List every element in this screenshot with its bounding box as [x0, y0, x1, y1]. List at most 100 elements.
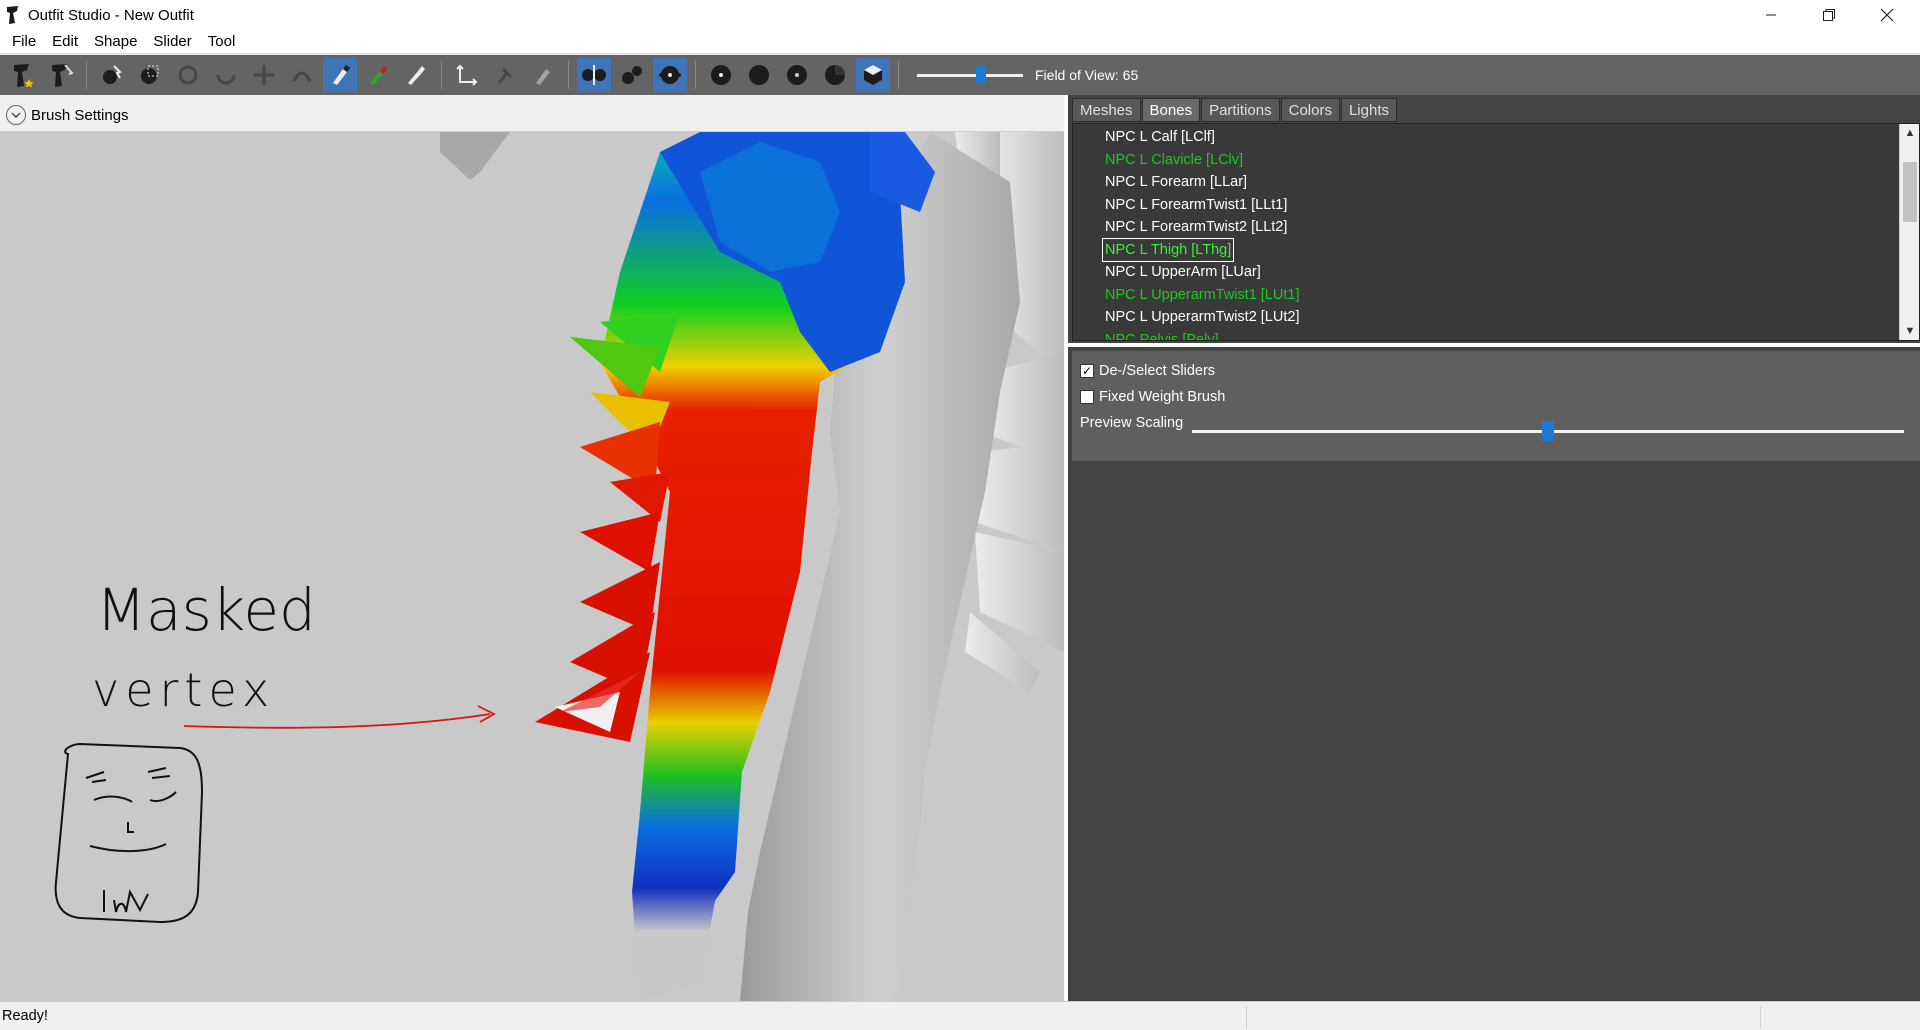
bone-list[interactable]: NPC L Calf [LClf] NPC L Clavicle [LClv] …	[1072, 123, 1920, 341]
inflate-icon	[178, 65, 198, 85]
bone-list-item[interactable]: NPC L UpperArm [LUar]	[1103, 261, 1263, 283]
fixed-weight-brush-option[interactable]: Fixed Weight Brush	[1080, 389, 1225, 405]
select-tool-button[interactable]	[95, 58, 129, 92]
scroll-up-icon[interactable]: ▲	[1900, 124, 1919, 142]
deselect-sliders-option[interactable]: ✓ De-/Select Sliders	[1080, 363, 1215, 379]
menu-bar: File Edit Shape Slider Tool	[0, 30, 1920, 54]
mirror-x-toggle[interactable]	[577, 58, 611, 92]
toolbar: Field of View: 65	[0, 55, 1920, 95]
mask-tool-button[interactable]	[133, 58, 167, 92]
masked-vertex-annotation: Masked vertex	[92, 576, 316, 717]
select-icon	[103, 65, 122, 84]
panel-splitter[interactable]	[1068, 343, 1920, 347]
3d-viewport[interactable]: Masked vertex	[0, 132, 1064, 1001]
vertex-edit-icon	[536, 69, 550, 85]
view-mode-button[interactable]	[856, 58, 890, 92]
bone-list-item[interactable]: NPC L Thigh [LThg]	[1101, 237, 1235, 262]
connected-icon	[622, 66, 642, 84]
bone-list-item[interactable]: NPC L Calf [LClf]	[1103, 126, 1217, 148]
status-bar: Ready!	[0, 1001, 1920, 1030]
color-brush-icon	[370, 66, 387, 85]
global-brush-toggle[interactable]	[653, 58, 687, 92]
annotation-line1: Masked	[96, 576, 316, 644]
deflate-brush-button[interactable]	[209, 58, 243, 92]
field-of-view-slider[interactable]	[917, 65, 1023, 85]
tab-bones[interactable]: Bones	[1141, 98, 1201, 122]
inflate-brush-button[interactable]	[171, 58, 205, 92]
bone-list-item[interactable]: NPC L ForearmTwist2 [LLt2]	[1103, 216, 1289, 238]
global-brush-icon	[659, 66, 681, 84]
vertex-colors-button[interactable]	[818, 58, 852, 92]
preview-scaling-thumb[interactable]	[1542, 421, 1554, 441]
transform-tool-button[interactable]	[450, 58, 484, 92]
annotation-line2: vertex	[92, 663, 275, 717]
window-title: Outfit Studio - New Outfit	[28, 6, 194, 24]
connected-only-toggle[interactable]	[615, 58, 649, 92]
minimize-button[interactable]	[1742, 0, 1800, 30]
sphere-texture-icon	[787, 65, 807, 85]
color-brush-button[interactable]	[361, 58, 395, 92]
sphere-solid-icon	[749, 65, 769, 85]
enable-lighting-button[interactable]	[742, 58, 776, 92]
preview-scaling-option: Preview Scaling	[1080, 415, 1183, 431]
fixed-weight-brush-checkbox[interactable]	[1080, 390, 1094, 404]
move-brush-button[interactable]	[247, 58, 281, 92]
brush-settings-label: Brush Settings	[31, 106, 129, 124]
pivot-tool-button[interactable]	[488, 58, 522, 92]
minimize-icon	[1766, 14, 1776, 16]
status-divider	[1760, 1006, 1761, 1028]
menu-tool[interactable]: Tool	[200, 33, 244, 50]
toolbar-separator	[441, 61, 442, 89]
deflate-icon	[216, 74, 236, 85]
restore-button[interactable]	[1800, 0, 1858, 30]
mirror-icon	[582, 65, 606, 85]
new-project-button[interactable]	[6, 58, 40, 92]
smooth-brush-button[interactable]	[285, 58, 319, 92]
brush-settings-header[interactable]: Brush Settings	[0, 99, 1064, 132]
bone-list-item[interactable]: NPC L ForearmTwist1 [LLt1]	[1103, 194, 1289, 216]
restore-icon	[1823, 9, 1835, 21]
tab-meshes[interactable]: Meshes	[1072, 98, 1141, 122]
bone-list-item[interactable]: NPC L UpperarmTwist2 [LUt2]	[1103, 306, 1301, 328]
alpha-brush-button[interactable]	[399, 58, 433, 92]
fov-slider-track	[917, 74, 1023, 77]
weight-brush-button[interactable]	[323, 58, 357, 92]
deselect-sliders-checkbox[interactable]: ✓	[1080, 364, 1094, 378]
field-of-view-label: Field of View: 65	[1035, 67, 1139, 83]
vertex-edit-button[interactable]	[526, 58, 560, 92]
scrollbar-thumb[interactable]	[1903, 162, 1917, 222]
right-panel: Meshes Bones Partitions Colors Lights NP…	[1068, 95, 1920, 1001]
preview-scaling-label: Preview Scaling	[1080, 415, 1184, 431]
menu-shape[interactable]: Shape	[86, 33, 145, 50]
tab-lights[interactable]: Lights	[1340, 98, 1397, 122]
fixed-weight-brush-label: Fixed Weight Brush	[1099, 389, 1226, 405]
load-project-button[interactable]	[44, 58, 78, 92]
preview-scaling-slider[interactable]	[1192, 421, 1904, 441]
bone-list-item[interactable]: NPC L Clavicle [LClv]	[1103, 149, 1245, 171]
fov-slider-thumb[interactable]	[975, 66, 986, 84]
menu-edit[interactable]: Edit	[44, 33, 86, 50]
brush-options: ✓ De-/Select Sliders Fixed Weight Brush …	[1072, 351, 1920, 461]
menu-slider[interactable]: Slider	[145, 33, 199, 50]
show-wireframe-button[interactable]	[704, 58, 738, 92]
panel-tabs: Meshes Bones Partitions Colors Lights	[1072, 98, 1398, 122]
new-project-icon	[14, 64, 34, 88]
menu-file[interactable]: File	[4, 33, 44, 50]
bone-list-item[interactable]: NPC Pelvis [Pelv]	[1103, 329, 1221, 341]
doodle-face	[54, 742, 204, 924]
alpha-brush-icon	[408, 66, 425, 85]
tab-partitions[interactable]: Partitions	[1201, 98, 1280, 122]
status-divider	[1246, 1006, 1247, 1028]
close-icon	[1880, 8, 1894, 22]
bone-list-item[interactable]: NPC L Forearm [LLar]	[1103, 171, 1249, 193]
tab-colors[interactable]: Colors	[1280, 98, 1340, 122]
mask-icon	[141, 65, 159, 84]
close-button[interactable]	[1858, 0, 1916, 30]
enable-textures-button[interactable]	[780, 58, 814, 92]
chevron-down-icon[interactable]	[6, 105, 26, 125]
toolbar-separator	[568, 61, 569, 89]
scroll-down-icon[interactable]: ▼	[1900, 322, 1919, 340]
bone-list-scrollbar[interactable]: ▲ ▼	[1899, 124, 1919, 340]
cube-icon	[864, 65, 882, 85]
bone-list-item[interactable]: NPC L UpperarmTwist1 [LUt1]	[1103, 284, 1301, 306]
